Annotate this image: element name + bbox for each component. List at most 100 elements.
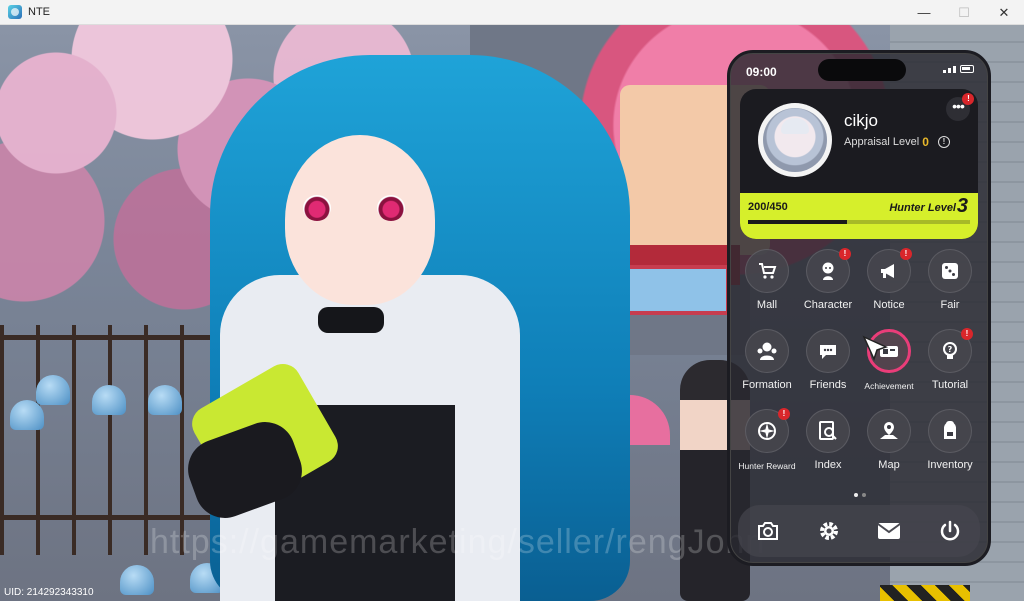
- app-label: Achievement: [864, 381, 914, 391]
- app-label: Formation: [742, 379, 792, 391]
- app-hunter-reward-button[interactable]: ! Hunter Reward: [736, 408, 798, 471]
- camera-icon: [758, 522, 779, 540]
- power-icon: [940, 520, 959, 541]
- app-label: Tutorial: [931, 379, 969, 391]
- fence-rail: [0, 335, 230, 340]
- mail-button[interactable]: [871, 513, 907, 549]
- app-icon-circle: [745, 329, 789, 373]
- window-titlebar: NTE — ☐ ✕: [0, 0, 1024, 25]
- appraisal-label: Appraisal Level: [844, 136, 920, 148]
- app-icon-circle: [928, 409, 972, 453]
- app-mall-button[interactable]: Mall: [736, 249, 798, 311]
- settings-button[interactable]: [811, 513, 847, 549]
- app-icon-circle: ?!: [928, 328, 973, 373]
- app-logo-icon: [8, 5, 22, 19]
- app-fair-button[interactable]: Fair: [919, 249, 981, 311]
- app-friends-button[interactable]: Friends: [797, 329, 859, 391]
- app-icon-circle: [867, 409, 911, 453]
- close-button[interactable]: ✕: [984, 0, 1024, 25]
- app-index-button[interactable]: Index: [797, 409, 859, 471]
- wind-chime: [120, 565, 154, 595]
- app-icon-circle: !: [745, 408, 790, 453]
- phone-menu: 09:00 ••• ! cikjo Appraisal Level 0 ! 20…: [727, 50, 991, 566]
- hunter-level-bar: 200/450 Hunter Level 3: [740, 193, 978, 239]
- power-button[interactable]: [932, 513, 968, 549]
- lightbulb-icon: ?: [943, 342, 957, 359]
- wooden-fence: [0, 325, 230, 555]
- app-label: Friends: [809, 379, 847, 391]
- mouse-cursor-icon: [862, 335, 889, 362]
- maximize-button[interactable]: ☐: [944, 0, 984, 25]
- app-tutorial-button[interactable]: ?! Tutorial: [919, 328, 981, 391]
- hunter-level-label: Hunter Level: [889, 202, 956, 214]
- notification-badge: !: [900, 248, 912, 260]
- app-character-button[interactable]: ! Character: [797, 248, 859, 311]
- character-face: [285, 135, 435, 305]
- app-map-button[interactable]: Map: [858, 409, 920, 471]
- phone-notch: [818, 59, 906, 81]
- app-icon-circle: !: [867, 248, 912, 293]
- hunter-exp-text: 200/450: [748, 201, 788, 213]
- page-indicator: [854, 493, 866, 497]
- app-icon-circle: [806, 329, 850, 373]
- page-dot: [862, 493, 866, 497]
- app-icon-circle: !: [806, 248, 851, 293]
- avatar[interactable]: [758, 103, 832, 177]
- index-search-icon: [819, 421, 837, 440]
- app-icon-circle: [745, 249, 789, 293]
- character-eye: [377, 195, 405, 221]
- megaphone-icon: [881, 264, 894, 278]
- wind-chime: [36, 375, 70, 405]
- notification-badge: !: [839, 248, 851, 260]
- appraisal-level: Appraisal Level 0 !: [844, 135, 950, 149]
- backpack-icon: [944, 421, 956, 439]
- notification-badge: !: [961, 328, 973, 340]
- app-formation-button[interactable]: Formation: [736, 329, 798, 391]
- exp-progress-fill: [748, 220, 847, 224]
- app-label: Notice: [873, 299, 905, 311]
- app-label: Mall: [756, 299, 778, 311]
- map-pin-icon: [880, 422, 898, 439]
- app-label: Fair: [940, 299, 960, 311]
- window-controls: — ☐ ✕: [904, 0, 1024, 25]
- mail-icon: [877, 523, 901, 539]
- status-icons: [943, 65, 974, 73]
- page-dot-active: [854, 493, 858, 497]
- compass-star-icon: [758, 422, 776, 440]
- minimize-button[interactable]: —: [904, 0, 944, 25]
- wind-chime: [148, 385, 182, 415]
- avatar-image: [763, 108, 827, 172]
- character-eye: [303, 195, 331, 221]
- camera-button[interactable]: [750, 513, 786, 549]
- app-inventory-button[interactable]: Inventory: [919, 409, 981, 471]
- svg-text:?: ?: [948, 345, 953, 354]
- app-icon-circle: [928, 249, 972, 293]
- app-notice-button[interactable]: ! Notice: [858, 248, 920, 311]
- info-icon[interactable]: !: [937, 136, 950, 148]
- notification-badge: !: [778, 408, 790, 420]
- chat-bubble-icon: [820, 345, 836, 359]
- watermark-text: https://gamemarketing/seller/rengJohn: [150, 523, 766, 561]
- cart-icon: [759, 263, 777, 279]
- character-icon: [822, 262, 834, 280]
- fence-rail: [0, 515, 230, 520]
- hunter-level-value: 3: [956, 195, 968, 217]
- profile-card[interactable]: ••• ! cikjo Appraisal Level 0 ! 200/450 …: [740, 89, 978, 239]
- notification-badge: !: [962, 93, 974, 105]
- more-options-button[interactable]: ••• !: [946, 93, 974, 121]
- wind-chime: [92, 385, 126, 415]
- app-label: Inventory: [927, 459, 973, 471]
- phone-dock: [738, 505, 980, 557]
- gear-icon: [819, 522, 838, 540]
- app-icon-circle: [806, 409, 850, 453]
- username: cikjo: [844, 111, 879, 130]
- signal-icon: [943, 65, 956, 73]
- app-label: Index: [814, 459, 842, 471]
- striped-barrier: [880, 585, 970, 601]
- status-time: 09:00: [746, 65, 777, 79]
- formation-icon: [757, 342, 777, 360]
- appraisal-level-value: 0: [922, 135, 929, 149]
- dice-icon: [942, 263, 958, 279]
- app-label: Hunter Reward: [738, 461, 796, 471]
- battery-icon: [960, 65, 974, 73]
